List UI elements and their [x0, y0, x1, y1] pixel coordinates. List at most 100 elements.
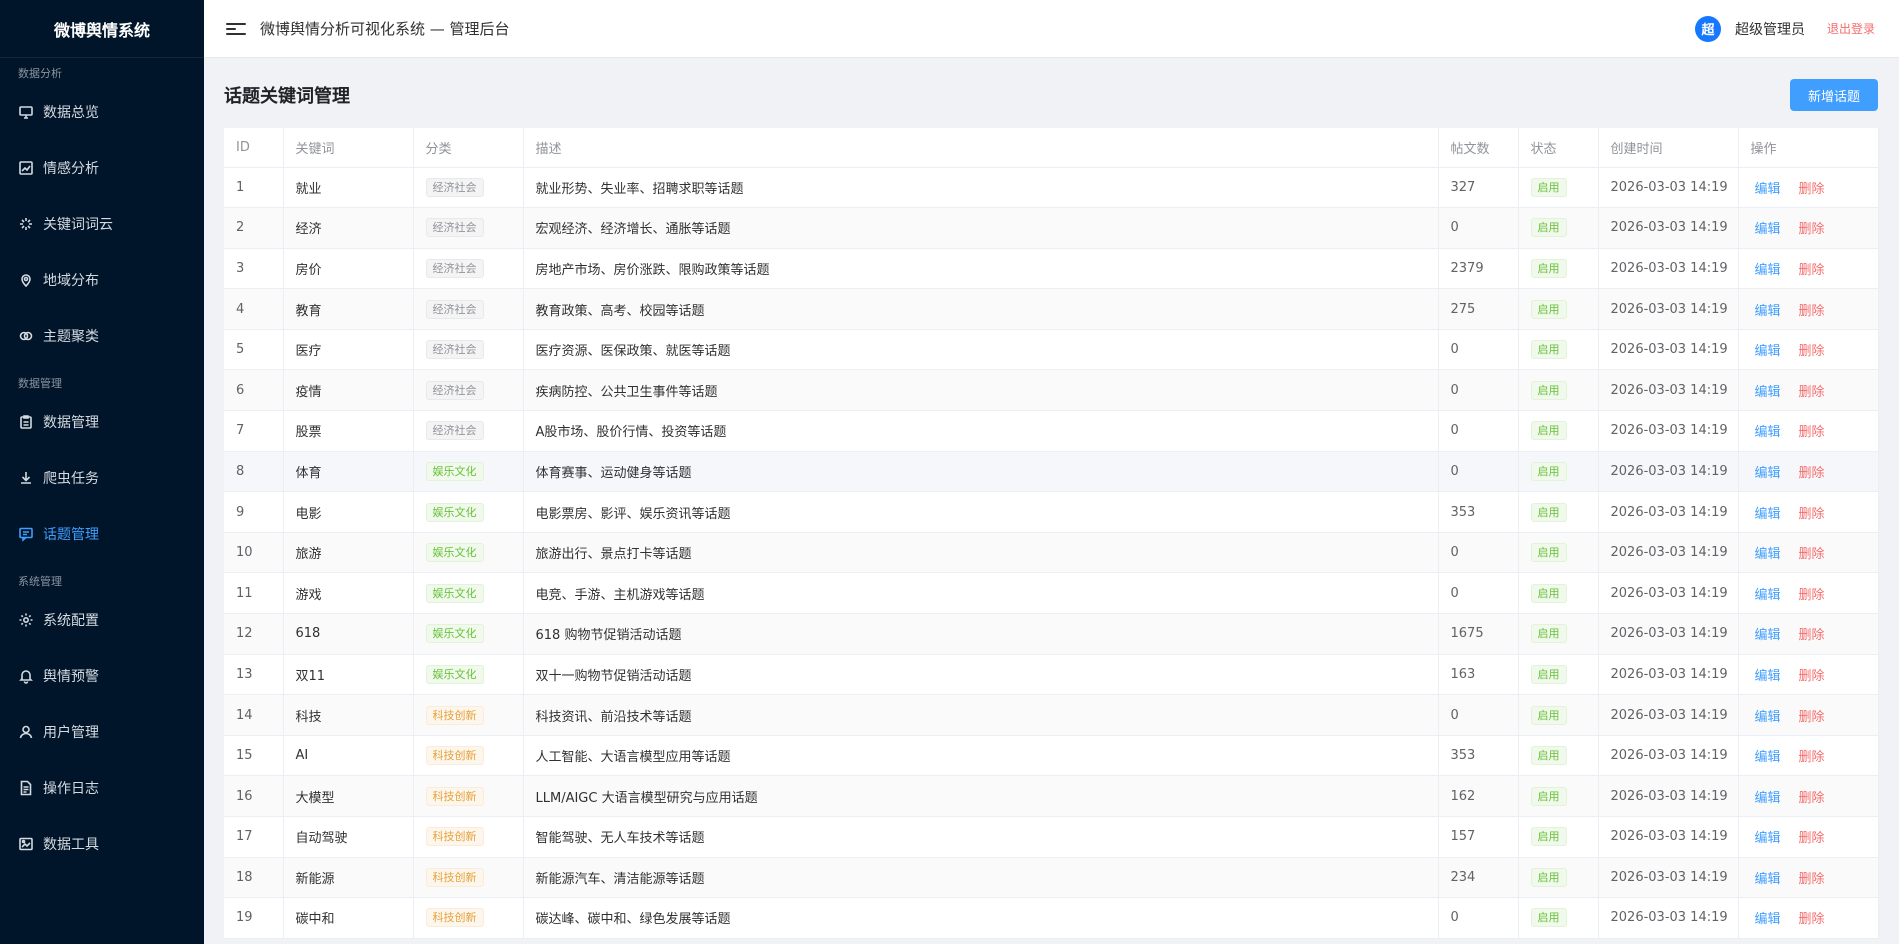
edit-button[interactable]: 编辑 — [1755, 304, 1781, 319]
sidebar-item-sparkle[interactable]: 关键词词云 — [0, 196, 204, 252]
cell-category: 科技创新 — [413, 816, 524, 858]
sidebar-item-gear[interactable]: 系统配置 — [0, 592, 204, 648]
sidebar-item-document[interactable]: 操作日志 — [0, 760, 204, 816]
delete-button[interactable]: 删除 — [1799, 304, 1825, 319]
sidebar-item-clipboard[interactable]: 数据管理 — [0, 394, 204, 450]
cell-actions: 编辑 删除 — [1738, 410, 1879, 452]
delete-button[interactable]: 删除 — [1799, 507, 1825, 522]
status-badge: 启用 — [1530, 908, 1567, 928]
table-row: 17 自动驾驶 科技创新 智能驾驶、无人车技术等话题 157 启用 2026-03-03 1… — [224, 816, 1879, 858]
delete-button[interactable]: 删除 — [1799, 385, 1825, 400]
sidebar-item-chat[interactable]: 话题管理 — [0, 506, 204, 562]
edit-button[interactable]: 编辑 — [1755, 710, 1781, 725]
edit-button[interactable]: 编辑 — [1755, 466, 1781, 481]
cell-created-time: 2026-03-03 14:19 — [1598, 369, 1739, 412]
main-content: 话题关键词管理 新增话题 ID 关键词 分类 描述 帖文数 状态 创建时间 操作 1 就业 经济社… — [204, 58, 1899, 944]
cell-status: 启用 — [1518, 816, 1599, 858]
delete-button[interactable]: 删除 — [1799, 222, 1825, 237]
cell-actions: 编辑 删除 — [1738, 816, 1879, 858]
column-header: 状态 — [1518, 128, 1599, 168]
edit-button[interactable]: 编辑 — [1755, 750, 1781, 765]
table-row: 8 体育 娱乐文化 体育赛事、运动健身等话题 0 启用 2026-03-03 14:19 编辑… — [224, 451, 1879, 493]
cell-actions: 编辑 删除 — [1738, 329, 1879, 371]
cell-id: 3 — [224, 248, 284, 290]
delete-button[interactable]: 删除 — [1799, 791, 1825, 806]
delete-button[interactable]: 删除 — [1799, 912, 1825, 927]
cell-actions: 编辑 删除 — [1738, 207, 1879, 249]
edit-button[interactable]: 编辑 — [1755, 872, 1781, 887]
status-badge: 启用 — [1530, 624, 1567, 644]
cell-description: 科技资讯、前沿技术等话题 — [523, 694, 1439, 736]
delete-button[interactable]: 删除 — [1799, 831, 1825, 846]
sidebar-item-label: 舆情预警 — [43, 669, 99, 685]
edit-button[interactable]: 编辑 — [1755, 912, 1781, 927]
cell-actions: 编辑 删除 — [1738, 572, 1879, 615]
edit-button[interactable]: 编辑 — [1755, 791, 1781, 806]
delete-button[interactable]: 删除 — [1799, 182, 1825, 197]
cell-status: 启用 — [1518, 654, 1599, 696]
cell-status: 启用 — [1518, 613, 1599, 655]
cell-id: 9 — [224, 491, 284, 533]
sidebar-item-location-pin[interactable]: 地域分布 — [0, 252, 204, 308]
category-tag: 经济社会 — [425, 421, 484, 441]
delete-button[interactable]: 删除 — [1799, 547, 1825, 562]
table-row: 7 股票 经济社会 A股市场、股价行情、投资等话题 0 启用 2026-03-03 14:1… — [224, 410, 1879, 452]
cell-description: 体育赛事、运动健身等话题 — [523, 451, 1439, 493]
sidebar-item-label: 数据工具 — [43, 837, 99, 853]
delete-button[interactable]: 删除 — [1799, 628, 1825, 643]
delete-button[interactable]: 删除 — [1799, 588, 1825, 603]
image-box-icon — [18, 836, 34, 852]
edit-button[interactable]: 编辑 — [1755, 669, 1781, 684]
cell-category: 科技创新 — [413, 694, 524, 736]
edit-button[interactable]: 编辑 — [1755, 628, 1781, 643]
delete-button[interactable]: 删除 — [1799, 872, 1825, 887]
sidebar-item-monitor[interactable]: 数据总览 — [0, 84, 204, 140]
delete-button[interactable]: 删除 — [1799, 425, 1825, 440]
edit-button[interactable]: 编辑 — [1755, 547, 1781, 562]
avatar[interactable]: 超 — [1694, 15, 1721, 42]
edit-button[interactable]: 编辑 — [1755, 385, 1781, 400]
cell-post-count: 0 — [1438, 207, 1519, 249]
cell-id: 8 — [224, 451, 284, 493]
cell-description: 双十一购物节促销活动话题 — [523, 654, 1439, 696]
sidebar-item-image-box[interactable]: 数据工具 — [0, 816, 204, 872]
delete-button[interactable]: 删除 — [1799, 466, 1825, 481]
category-tag: 科技创新 — [425, 705, 484, 725]
status-badge: 启用 — [1530, 867, 1567, 887]
sidebar-item-line-chart[interactable]: 情感分析 — [0, 140, 204, 196]
edit-button[interactable]: 编辑 — [1755, 263, 1781, 278]
cell-status: 启用 — [1518, 735, 1599, 777]
status-badge: 启用 — [1530, 380, 1567, 400]
topic-table: ID 关键词 分类 描述 帖文数 状态 创建时间 操作 1 就业 经济社会 就业形势、失业率、招聘求… — [224, 128, 1879, 939]
cell-category: 经济社会 — [413, 369, 524, 412]
sidebar-item-label: 地域分布 — [43, 273, 99, 289]
sidebar-item-bell[interactable]: 舆情预警 — [0, 648, 204, 704]
edit-button[interactable]: 编辑 — [1755, 588, 1781, 603]
cell-id: 7 — [224, 410, 284, 452]
edit-button[interactable]: 编辑 — [1755, 425, 1781, 440]
cell-created-time: 2026-03-03 14:19 — [1598, 248, 1739, 290]
edit-button[interactable]: 编辑 — [1755, 507, 1781, 522]
delete-button[interactable]: 删除 — [1799, 344, 1825, 359]
cell-category: 科技创新 — [413, 857, 524, 899]
sidebar-item-link-circles[interactable]: 主题聚类 — [0, 308, 204, 364]
sidebar-item-label: 数据总览 — [43, 105, 99, 121]
edit-button[interactable]: 编辑 — [1755, 222, 1781, 237]
sidebar-item-download[interactable]: 爬虫任务 — [0, 450, 204, 506]
delete-button[interactable]: 删除 — [1799, 710, 1825, 725]
edit-button[interactable]: 编辑 — [1755, 344, 1781, 359]
edit-button[interactable]: 编辑 — [1755, 831, 1781, 846]
cell-id: 5 — [224, 329, 284, 371]
gear-icon — [18, 612, 34, 628]
table-row: 2 经济 经济社会 宏观经济、经济增长、通胀等话题 0 启用 2026-03-03 14:1… — [224, 207, 1879, 249]
logout-link[interactable]: 退出登录 — [1827, 20, 1875, 37]
menu-toggle-icon[interactable] — [226, 19, 246, 39]
cell-created-time: 2026-03-03 14:19 — [1598, 451, 1739, 493]
delete-button[interactable]: 删除 — [1799, 263, 1825, 278]
edit-button[interactable]: 编辑 — [1755, 182, 1781, 197]
delete-button[interactable]: 删除 — [1799, 669, 1825, 684]
delete-button[interactable]: 删除 — [1799, 750, 1825, 765]
cell-keyword: 房价 — [283, 248, 414, 290]
add-topic-button[interactable]: 新增话题 — [1790, 79, 1878, 111]
sidebar-item-user[interactable]: 用户管理 — [0, 704, 204, 760]
